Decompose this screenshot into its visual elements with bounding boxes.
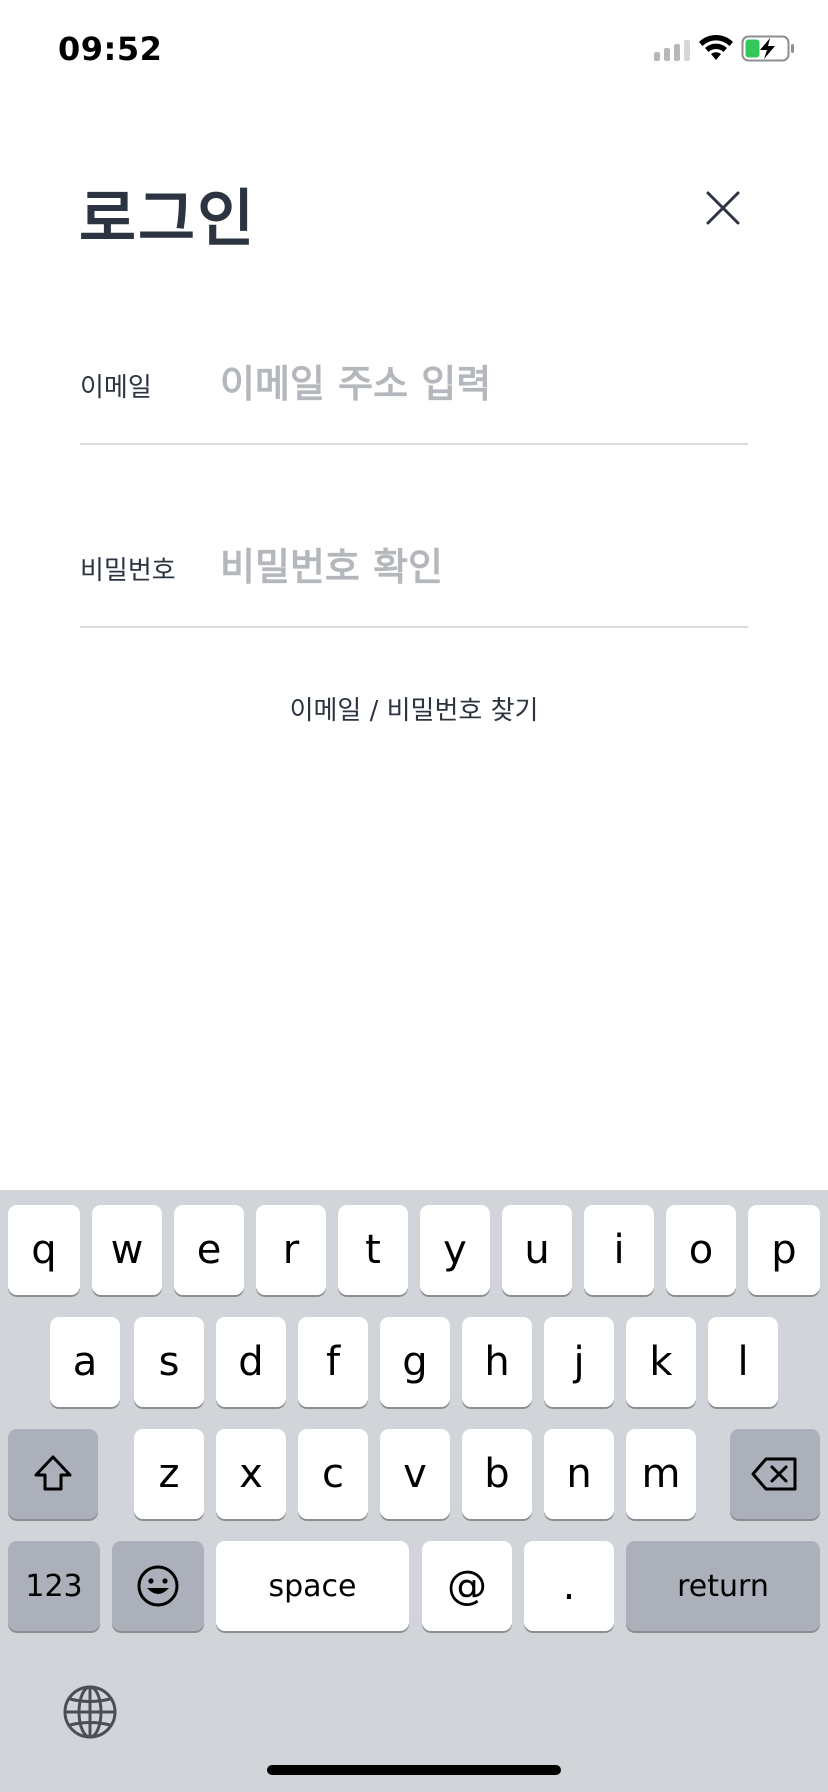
key-p[interactable]: p <box>748 1205 820 1295</box>
shift-icon <box>34 1455 72 1491</box>
password-field[interactable] <box>220 537 740 597</box>
key-i[interactable]: i <box>584 1205 654 1295</box>
key-h[interactable]: h <box>462 1317 532 1407</box>
delete-key[interactable] <box>730 1429 820 1519</box>
key-u[interactable]: u <box>502 1205 572 1295</box>
key-c[interactable]: c <box>298 1429 368 1519</box>
key-j[interactable]: j <box>544 1317 614 1407</box>
status-bar: 09:52 <box>0 0 828 100</box>
key-q[interactable]: q <box>8 1205 80 1295</box>
emoji-key[interactable] <box>112 1541 204 1631</box>
email-label: 이메일 <box>80 373 152 403</box>
key-o[interactable]: o <box>666 1205 736 1295</box>
key-l[interactable]: l <box>708 1317 778 1407</box>
email-row: 이메일 <box>80 340 748 445</box>
page-title: 로그인 <box>79 182 257 255</box>
period-key[interactable]: . <box>524 1541 614 1631</box>
close-icon[interactable] <box>700 185 746 231</box>
status-time: 09:52 <box>58 30 163 68</box>
key-b[interactable]: b <box>462 1429 532 1519</box>
password-row: 비밀번호 <box>80 523 748 628</box>
key-t[interactable]: t <box>338 1205 408 1295</box>
key-z[interactable]: z <box>134 1429 204 1519</box>
key-y[interactable]: y <box>420 1205 490 1295</box>
password-label: 비밀번호 <box>80 556 176 586</box>
at-key[interactable]: @ <box>422 1541 512 1631</box>
key-g[interactable]: g <box>380 1317 450 1407</box>
key-r[interactable]: r <box>256 1205 326 1295</box>
key-e[interactable]: e <box>174 1205 244 1295</box>
key-w[interactable]: w <box>92 1205 162 1295</box>
space-key[interactable]: space <box>216 1541 409 1631</box>
home-indicator <box>267 1765 561 1775</box>
globe-icon[interactable] <box>62 1684 118 1740</box>
key-a[interactable]: a <box>50 1317 120 1407</box>
numbers-key[interactable]: 123 <box>8 1541 100 1631</box>
key-d[interactable]: d <box>216 1317 286 1407</box>
key-k[interactable]: k <box>626 1317 696 1407</box>
battery-charging-icon <box>741 35 794 62</box>
backspace-icon <box>751 1457 797 1491</box>
key-f[interactable]: f <box>298 1317 368 1407</box>
return-key[interactable]: return <box>626 1541 820 1631</box>
email-field[interactable] <box>220 354 740 414</box>
shift-key[interactable] <box>8 1429 98 1519</box>
wifi-icon <box>699 34 733 60</box>
key-m[interactable]: m <box>626 1429 696 1519</box>
key-x[interactable]: x <box>216 1429 286 1519</box>
key-s[interactable]: s <box>134 1317 204 1407</box>
key-v[interactable]: v <box>380 1429 450 1519</box>
cellular-signal-icon <box>654 40 690 61</box>
key-n[interactable]: n <box>544 1429 614 1519</box>
emoji-icon <box>137 1565 179 1607</box>
find-account-link[interactable]: 이메일 / 비밀번호 찾기 <box>0 690 828 727</box>
